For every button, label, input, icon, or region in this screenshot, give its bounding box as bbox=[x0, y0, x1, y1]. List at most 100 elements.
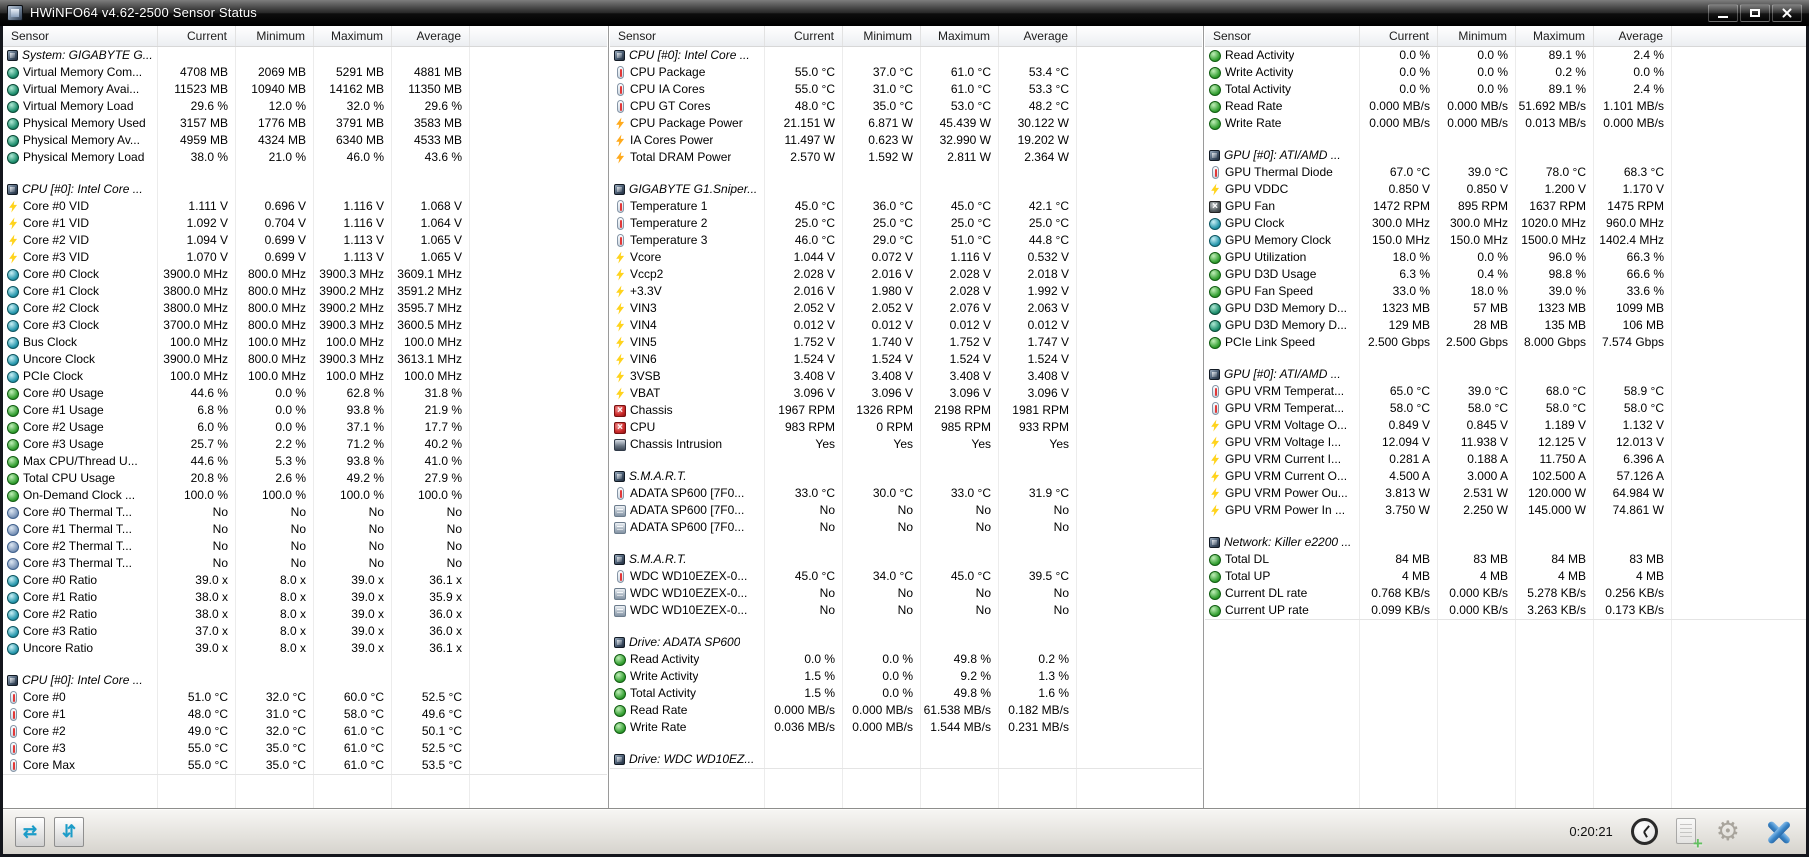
close-sensors-button[interactable] bbox=[1756, 817, 1794, 847]
sensor-row[interactable]: Write Activity 0.0 % 0.0 % 0.2 % 0.0 % bbox=[1205, 64, 1806, 81]
sensor-row[interactable]: Virtual Memory Avai... 11523 MB 10940 MB 14… bbox=[3, 81, 607, 98]
column-header-maximum[interactable]: Maximum bbox=[921, 26, 999, 46]
sensor-row[interactable]: Total Activity 1.5 % 0.0 % 49.8 % 1.6 % bbox=[610, 685, 1202, 702]
sensor-row[interactable]: Total DL 84 MB 83 MB 84 MB 83 MB bbox=[1205, 551, 1806, 568]
sensor-row[interactable]: PCIe Clock 100.0 MHz 100.0 MHz 100.0 MHz 100… bbox=[3, 368, 607, 385]
column-header-sensor[interactable]: Sensor bbox=[610, 26, 765, 46]
sensor-row[interactable]: Core #0 Usage 44.6 % 0.0 % 62.8 % 31.8 % bbox=[3, 385, 607, 402]
sensor-row[interactable]: GPU VDDC 0.850 V 0.850 V 1.200 V 1.170 V bbox=[1205, 181, 1806, 198]
sensor-row[interactable]: GPU D3D Usage 6.3 % 0.4 % 98.8 % 66.6 % bbox=[1205, 266, 1806, 283]
sensor-row[interactable]: Core #0 Clock 3900.0 MHz 800.0 MHz 3900.3 M… bbox=[3, 266, 607, 283]
column-header-sensor[interactable]: Sensor bbox=[3, 26, 158, 46]
group-header-row[interactable]: Drive: ADATA SP600 bbox=[610, 634, 1202, 651]
sensor-row[interactable]: GPU VRM Current I... 0.281 A 0.188 A 11.750… bbox=[1205, 451, 1806, 468]
group-header-row[interactable]: Network: Killer e2200 ... bbox=[1205, 534, 1806, 551]
sensor-row[interactable]: GPU VRM Current O... 4.500 A 3.000 A 102.50… bbox=[1205, 468, 1806, 485]
sensor-row[interactable]: Chassis 1967 RPM 1326 RPM 2198 RPM 1981 RPM bbox=[610, 402, 1202, 419]
sensor-row[interactable]: Core #3 VID 1.070 V 0.699 V 1.113 V 1.065 V bbox=[3, 249, 607, 266]
sensor-row[interactable]: 3VSB 3.408 V 3.408 V 3.408 V 3.408 V bbox=[610, 368, 1202, 385]
sensor-row[interactable]: On-Demand Clock ... 100.0 % 100.0 % 100.0 %… bbox=[3, 487, 607, 504]
sensor-row[interactable]: Core #0 Thermal T... No No No No bbox=[3, 504, 607, 521]
sensor-row[interactable]: Core #0 51.0 °C 32.0 °C 60.0 °C 52.5 °C bbox=[3, 689, 607, 706]
minimize-button[interactable] bbox=[1708, 3, 1738, 22]
column-header-current[interactable]: Current bbox=[1360, 26, 1438, 46]
sensor-row[interactable]: GPU Memory Clock 150.0 MHz 150.0 MHz 1500.0… bbox=[1205, 232, 1806, 249]
sensor-row[interactable]: WDC WD10EZEX-0... 45.0 °C 34.0 °C 45.0 °C 39… bbox=[610, 568, 1202, 585]
sensor-row[interactable]: VIN6 1.524 V 1.524 V 1.524 V 1.524 V bbox=[610, 351, 1202, 368]
group-header-row[interactable]: System: GIGABYTE G... bbox=[3, 47, 607, 64]
sensor-row[interactable]: Core #0 Ratio 39.0 x 8.0 x 39.0 x 36.1 x bbox=[3, 572, 607, 589]
group-header-row[interactable]: GPU [#0]: ATI/AMD ... bbox=[1205, 147, 1806, 164]
sensor-row[interactable]: Core #2 Usage 6.0 % 0.0 % 37.1 % 17.7 % bbox=[3, 419, 607, 436]
sensor-row[interactable]: Physical Memory Load 38.0 % 21.0 % 46.0 % 43… bbox=[3, 149, 607, 166]
sensor-row[interactable]: Core #1 Clock 3800.0 MHz 800.0 MHz 3900.2 M… bbox=[3, 283, 607, 300]
sensor-row[interactable]: Read Rate 0.000 MB/s 0.000 MB/s 51.692 MB/s… bbox=[1205, 98, 1806, 115]
sensor-row[interactable]: Vcore 1.044 V 0.072 V 1.116 V 0.532 V bbox=[610, 249, 1202, 266]
sensor-row[interactable]: GPU VRM Temperat... 58.0 °C 58.0 °C 58.0 °C… bbox=[1205, 400, 1806, 417]
sensor-row[interactable]: Total Activity 0.0 % 0.0 % 89.1 % 2.4 % bbox=[1205, 81, 1806, 98]
sensor-row[interactable]: IA Cores Power 11.497 W 0.623 W 32.990 W 19.… bbox=[610, 132, 1202, 149]
sensor-row[interactable]: Core #2 Thermal T... No No No No bbox=[3, 538, 607, 555]
sensor-row[interactable]: GPU VRM Voltage O... 0.849 V 0.845 V 1.189 … bbox=[1205, 417, 1806, 434]
sensor-row[interactable]: Virtual Memory Load 29.6 % 12.0 % 32.0 % 29.… bbox=[3, 98, 607, 115]
column-header-minimum[interactable]: Minimum bbox=[236, 26, 314, 46]
sensor-row[interactable]: ADATA SP600 [7F0... No No No No bbox=[610, 502, 1202, 519]
sensor-row[interactable]: Physical Memory Used 3157 MB 1776 MB 3791 M… bbox=[3, 115, 607, 132]
sensor-row[interactable]: PCIe Link Speed 2.500 Gbps 2.500 Gbps 8.000… bbox=[1205, 334, 1806, 351]
close-button[interactable] bbox=[1772, 3, 1802, 22]
sensor-row[interactable]: Core #2 VID 1.094 V 0.699 V 1.113 V 1.065 V bbox=[3, 232, 607, 249]
sensor-row[interactable]: GPU Thermal Diode 67.0 °C 39.0 °C 78.0 °C 68… bbox=[1205, 164, 1806, 181]
sensor-row[interactable]: Virtual Memory Com... 4708 MB 2069 MB 5291 … bbox=[3, 64, 607, 81]
sensor-row[interactable]: Temperature 1 45.0 °C 36.0 °C 45.0 °C 42.1 °… bbox=[610, 198, 1202, 215]
sensor-row[interactable]: Physical Memory Av... 4959 MB 4324 MB 6340 … bbox=[3, 132, 607, 149]
sensor-row[interactable]: Current UP rate 0.099 KB/s 0.000 KB/s 3.263… bbox=[1205, 602, 1806, 619]
sensor-row[interactable]: CPU Package Power 21.151 W 6.871 W 45.439 W… bbox=[610, 115, 1202, 132]
group-header-row[interactable]: GPU [#0]: ATI/AMD ... bbox=[1205, 366, 1806, 383]
column-header-current[interactable]: Current bbox=[765, 26, 843, 46]
sensor-row[interactable]: ADATA SP600 [7F0... 33.0 °C 30.0 °C 33.0 °C… bbox=[610, 485, 1202, 502]
sensor-row[interactable]: Read Activity 0.0 % 0.0 % 89.1 % 2.4 % bbox=[1205, 47, 1806, 64]
sensor-row[interactable]: +3.3V 2.016 V 1.980 V 2.028 V 1.992 V bbox=[610, 283, 1202, 300]
sensor-row[interactable]: GPU D3D Memory D... 129 MB 28 MB 135 MB 106 … bbox=[1205, 317, 1806, 334]
sensor-row[interactable]: CPU GT Cores 48.0 °C 35.0 °C 53.0 °C 48.2 °C bbox=[610, 98, 1202, 115]
sensor-row[interactable]: Core #2 Ratio 38.0 x 8.0 x 39.0 x 36.0 x bbox=[3, 606, 607, 623]
sensor-row[interactable]: Core #2 Clock 3800.0 MHz 800.0 MHz 3900.2 M… bbox=[3, 300, 607, 317]
sensor-row[interactable]: Write Activity 1.5 % 0.0 % 9.2 % 1.3 % bbox=[610, 668, 1202, 685]
sensor-row[interactable]: Vccp2 2.028 V 2.016 V 2.028 V 2.018 V bbox=[610, 266, 1202, 283]
column-header-average[interactable]: Average bbox=[392, 26, 470, 46]
sensor-row[interactable]: GPU Clock 300.0 MHz 300.0 MHz 1020.0 MHz 960… bbox=[1205, 215, 1806, 232]
group-header-row[interactable]: GIGABYTE G1.Sniper... bbox=[610, 181, 1202, 198]
sensor-row[interactable]: Core #3 Thermal T... No No No No bbox=[3, 555, 607, 572]
group-header-row[interactable]: S.M.A.R.T. bbox=[610, 551, 1202, 568]
sensor-row[interactable]: GPU Utilization 18.0 % 0.0 % 96.0 % 66.3 % bbox=[1205, 249, 1806, 266]
column-header-average[interactable]: Average bbox=[1594, 26, 1672, 46]
group-header-row[interactable]: S.M.A.R.T. bbox=[610, 468, 1202, 485]
sensor-row[interactable]: Core #3 Usage 25.7 % 2.2 % 71.2 % 40.2 % bbox=[3, 436, 607, 453]
sensor-row[interactable]: Total DRAM Power 2.570 W 1.592 W 2.811 W 2.3… bbox=[610, 149, 1202, 166]
column-header-maximum[interactable]: Maximum bbox=[1516, 26, 1594, 46]
sensor-row[interactable]: GPU VRM Temperat... 65.0 °C 39.0 °C 68.0 °C… bbox=[1205, 383, 1806, 400]
maximize-button[interactable] bbox=[1740, 3, 1770, 22]
sensor-row[interactable]: Core #3 Clock 3700.0 MHz 800.0 MHz 3900.3 M… bbox=[3, 317, 607, 334]
settings-button[interactable]: ⚙ bbox=[1716, 818, 1740, 845]
sensor-row[interactable]: Core #3 Ratio 37.0 x 8.0 x 39.0 x 36.0 x bbox=[3, 623, 607, 640]
sensor-row[interactable]: Core #0 VID 1.111 V 0.696 V 1.116 V 1.068 V bbox=[3, 198, 607, 215]
sensor-row[interactable]: GPU D3D Memory D... 1323 MB 57 MB 1323 MB 10… bbox=[1205, 300, 1806, 317]
sensor-row[interactable]: Core #1 Usage 6.8 % 0.0 % 93.8 % 21.9 % bbox=[3, 402, 607, 419]
sensor-row[interactable]: Uncore Ratio 39.0 x 8.0 x 39.0 x 36.1 x bbox=[3, 640, 607, 657]
column-header-current[interactable]: Current bbox=[158, 26, 236, 46]
sensor-row[interactable]: WDC WD10EZEX-0... No No No No bbox=[610, 585, 1202, 602]
sensor-row[interactable]: GPU VRM Power In ... 3.750 W 2.250 W 145.00… bbox=[1205, 502, 1806, 519]
sensor-row[interactable]: Total UP 4 MB 4 MB 4 MB 4 MB bbox=[1205, 568, 1806, 585]
sensor-row[interactable]: Core #3 55.0 °C 35.0 °C 61.0 °C 52.5 °C bbox=[3, 740, 607, 757]
column-header-minimum[interactable]: Minimum bbox=[1438, 26, 1516, 46]
sensor-row[interactable]: Temperature 3 46.0 °C 29.0 °C 51.0 °C 44.8 °… bbox=[610, 232, 1202, 249]
uptime-clock-button[interactable] bbox=[1630, 818, 1658, 845]
sensor-row[interactable]: VIN5 1.752 V 1.740 V 1.752 V 1.747 V bbox=[610, 334, 1202, 351]
sensor-row[interactable]: Write Rate 0.000 MB/s 0.000 MB/s 0.013 MB/s… bbox=[1205, 115, 1806, 132]
sensor-row[interactable]: Chassis Intrusion Yes Yes Yes Yes bbox=[610, 436, 1202, 453]
sensor-row[interactable]: Uncore Clock 3900.0 MHz 800.0 MHz 3900.3 MH… bbox=[3, 351, 607, 368]
sensor-row[interactable]: Total CPU Usage 20.8 % 2.6 % 49.2 % 27.9 % bbox=[3, 470, 607, 487]
sensor-row[interactable]: Core #2 49.0 °C 32.0 °C 61.0 °C 50.1 °C bbox=[3, 723, 607, 740]
sensor-row[interactable]: GPU Fan Speed 33.0 % 18.0 % 39.0 % 33.6 % bbox=[1205, 283, 1806, 300]
